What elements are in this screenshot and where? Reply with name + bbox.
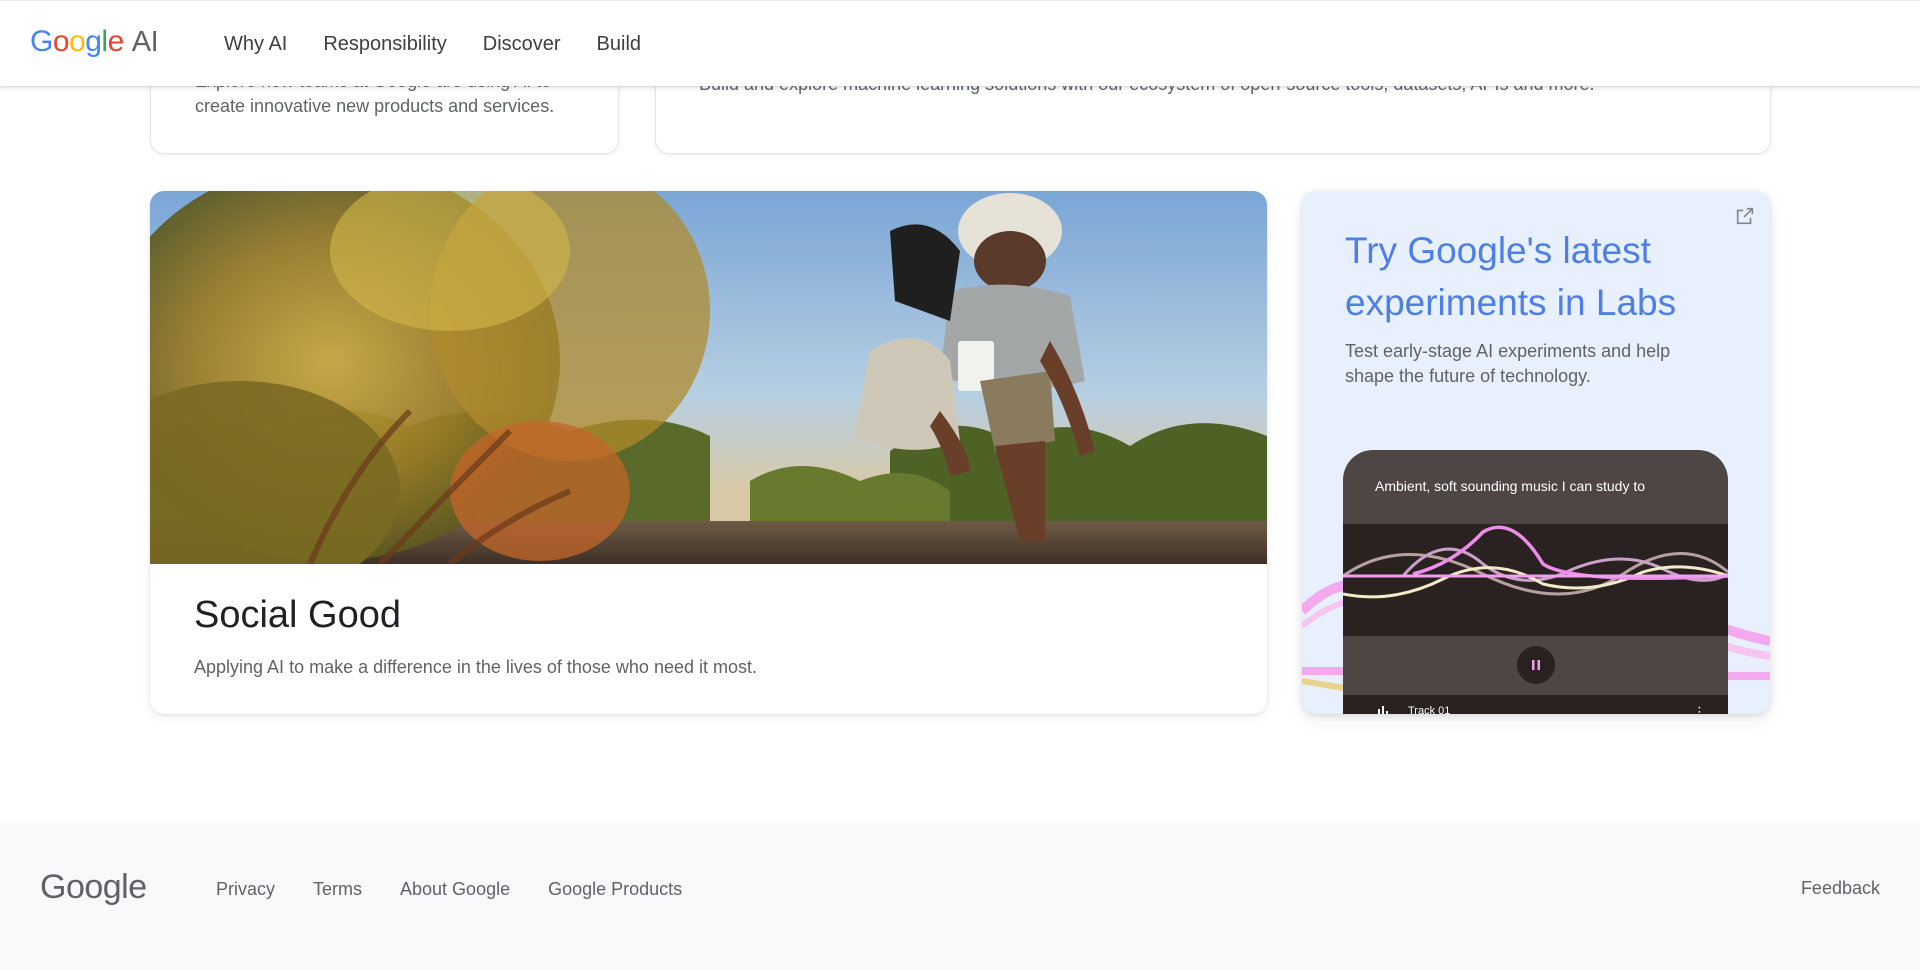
footer-link-about-google[interactable]: About Google	[400, 879, 510, 900]
nav-why-ai[interactable]: Why AI	[206, 33, 305, 56]
logo-letter: g	[85, 25, 102, 58]
labs-card[interactable]: Try Google's latest experiments in Labs …	[1302, 191, 1770, 714]
more-options-icon[interactable]: ⋮	[1693, 704, 1706, 714]
footer-google-logo[interactable]: Google	[40, 868, 147, 907]
nav-responsibility[interactable]: Responsibility	[305, 33, 464, 56]
pause-button[interactable]	[1517, 646, 1555, 684]
phone-track-bar: Track 01 ⋮	[1343, 695, 1728, 714]
footer-link-google-products[interactable]: Google Products	[548, 879, 682, 900]
main-nav: Why AI Responsibility Discover Build	[206, 1, 659, 87]
footer-link-terms[interactable]: Terms	[313, 879, 362, 900]
labs-desc: Test early-stage AI experiments and help…	[1345, 341, 1671, 386]
social-good-title: Social Good	[194, 594, 402, 636]
logo-suffix: AI	[131, 26, 159, 58]
footer-links: Privacy Terms About Google Google Produc…	[216, 821, 720, 958]
social-good-photo	[150, 191, 1267, 564]
phone-prompt-text: Ambient, soft sounding music I can study…	[1375, 478, 1646, 494]
site-footer: Google Privacy Terms About Google Google…	[0, 821, 1920, 970]
audio-bars-icon	[1378, 706, 1388, 714]
google-ai-logo[interactable]: G o o g l e AI	[30, 25, 159, 59]
nav-build[interactable]: Build	[579, 33, 659, 56]
pause-icon	[1532, 660, 1540, 670]
footer-link-privacy[interactable]: Privacy	[216, 879, 275, 900]
music-visualizer	[1343, 524, 1728, 636]
logo-letter: e	[107, 25, 125, 58]
feedback-link[interactable]: Feedback	[1801, 878, 1880, 899]
site-header: G o o g l e AI Why AI Responsibility Dis…	[0, 0, 1920, 86]
labs-title: Try Google's latest experiments in Labs	[1345, 230, 1677, 323]
logo-letter: o	[69, 25, 86, 58]
social-good-card[interactable]: Social Good Applying AI to make a differ…	[150, 191, 1267, 714]
logo-letter: G	[30, 25, 53, 58]
external-link-icon[interactable]	[1734, 205, 1756, 227]
social-good-desc: Applying AI to make a difference in the …	[194, 657, 757, 677]
labs-phone-mockup: Ambient, soft sounding music I can study…	[1343, 450, 1728, 714]
track-label: Track 01	[1408, 705, 1451, 714]
logo-letter: o	[52, 25, 70, 58]
nav-discover[interactable]: Discover	[465, 33, 579, 56]
